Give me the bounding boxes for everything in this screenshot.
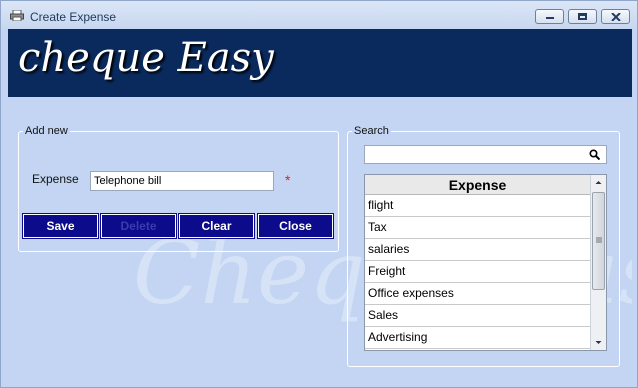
scroll-down-icon[interactable] (591, 335, 606, 350)
create-expense-window: Create Expense cheque Easy Cheque Eas Ad… (0, 0, 638, 388)
scroll-up-icon[interactable] (591, 175, 606, 190)
close-button[interactable] (601, 9, 630, 24)
expense-grid: Expense flight Tax salaries Freight Offi… (364, 174, 607, 351)
search-input[interactable] (364, 145, 607, 164)
required-indicator: * (285, 172, 291, 188)
expense-input[interactable] (90, 171, 274, 191)
maximize-button[interactable] (568, 9, 597, 24)
minimize-icon (546, 17, 554, 19)
save-button[interactable]: Save (22, 213, 99, 239)
clear-button[interactable]: Clear (178, 213, 255, 239)
table-row[interactable]: Advertising (365, 327, 590, 349)
table-row[interactable]: salaries (365, 239, 590, 261)
search-legend: Search (354, 125, 389, 137)
delete-button[interactable]: Delete (100, 213, 177, 239)
close-icon (611, 13, 621, 21)
maximize-icon (578, 13, 587, 20)
minimize-button[interactable] (535, 9, 564, 24)
main-content: Cheque Eas Add new Expense * Save Delete… (8, 97, 632, 381)
search-icon[interactable] (589, 149, 600, 160)
table-row[interactable]: Tax (365, 217, 590, 239)
scroll-thumb[interactable] (592, 192, 605, 290)
window-title: Create Expense (30, 10, 117, 24)
printer-icon (10, 10, 24, 21)
grid-header-expense[interactable]: Expense (365, 175, 590, 195)
table-row[interactable]: Freight (365, 261, 590, 283)
app-logo-title: cheque Easy (18, 35, 274, 81)
app-banner: cheque Easy (8, 29, 632, 97)
grid-scrollbar[interactable] (590, 175, 606, 350)
grip-icon (596, 237, 602, 243)
close-form-button[interactable]: Close (257, 213, 334, 239)
expense-label: Expense (32, 172, 79, 186)
title-bar[interactable]: Create Expense (1, 1, 637, 29)
table-row[interactable]: Office expenses (365, 283, 590, 305)
add-new-legend: Add new (25, 125, 68, 137)
table-row[interactable]: flight (365, 195, 590, 217)
table-row[interactable]: Sales (365, 305, 590, 327)
